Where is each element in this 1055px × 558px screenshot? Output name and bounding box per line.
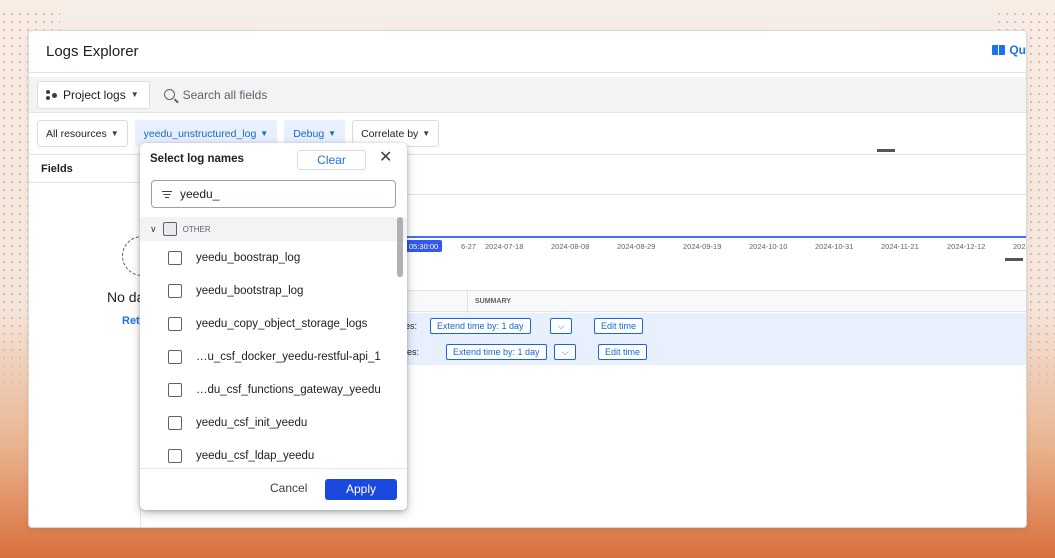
log-names-dropdown: Select log names Clear ✕ yeedu_ ∨ OTHER … (140, 143, 407, 510)
extend-options-button[interactable]: ⌵ (554, 344, 576, 360)
resize-handle[interactable] (1005, 258, 1023, 261)
dropdown-title: Select log names (150, 153, 244, 165)
title-bar: Logs Explorer Qu (29, 31, 1026, 73)
book-icon (992, 45, 1006, 55)
list-item[interactable]: …u_csf_docker_yeedu-restful-api_1 (140, 340, 407, 373)
row-label: ies: (405, 347, 420, 357)
item-checkbox[interactable] (168, 415, 182, 430)
timeline-tick: 2024-08-08 (551, 242, 590, 251)
search-icon (163, 89, 175, 100)
filter-icon (162, 190, 172, 198)
list-item[interactable]: yeedu_copy_object_storage_logs (140, 307, 407, 340)
item-label: yeedu_copy_object_storage_logs (196, 317, 368, 330)
filter-input-value: yeedu_ (180, 187, 220, 201)
item-checkbox[interactable] (168, 250, 182, 265)
extend-options-button[interactable]: ⌵ (550, 318, 572, 334)
timeline-tick: 2024-12-12 (947, 242, 986, 251)
resize-handle[interactable] (877, 149, 895, 152)
time-marker: 05:30:00 (405, 240, 443, 252)
extend-time-button[interactable]: Extend time by: 1 day (446, 344, 547, 360)
group-header-other[interactable]: ∨ OTHER (140, 217, 407, 241)
item-label: …du_csf_functions_gateway_yeedu (196, 383, 381, 396)
list-item[interactable]: yeedu_boostrap_log (140, 241, 407, 274)
hierarchy-icon (46, 89, 58, 100)
list-item[interactable]: yeedu_csf_init_yeedu (140, 406, 407, 439)
extend-time-button[interactable]: Extend time by: 1 day (430, 318, 531, 334)
caret-down-icon: ▼ (130, 90, 139, 99)
item-checkbox[interactable] (168, 349, 182, 364)
no-results-row: es: Extend time by: 1 day ⌵ Edit time (405, 313, 1026, 339)
timeline-tick: 202 (1013, 242, 1026, 251)
caret-down-icon: ▼ (422, 129, 431, 138)
project-logs-label: Project logs (63, 87, 126, 102)
fields-header: Fields (29, 156, 141, 183)
caret-down-icon: ▼ (110, 129, 119, 138)
item-checkbox[interactable] (168, 448, 182, 463)
chevron-down-icon[interactable]: ∨ (150, 224, 157, 235)
divider (405, 194, 1026, 195)
search-placeholder: Search all fields (182, 87, 268, 102)
apply-button[interactable]: Apply (325, 479, 397, 500)
correlate-label: Correlate by (361, 127, 419, 140)
edit-time-button[interactable]: Edit time (594, 318, 644, 334)
group-label: OTHER (182, 224, 211, 234)
results-area: 05:30:00 6-27 2024-07-18 2024-08-08 2024… (405, 156, 1026, 527)
dropdown-footer: Cancel Apply (140, 468, 407, 510)
log-name-list: ∨ OTHER yeedu_boostrap_log yeedu_bootstr… (140, 217, 407, 467)
cancel-button[interactable]: Cancel (270, 481, 307, 495)
timeline-tick: 2024-10-10 (749, 242, 788, 251)
caret-down-icon: ▼ (328, 129, 337, 138)
quick-link[interactable]: Qu (992, 43, 1026, 57)
timeline-tick: 6-27 (461, 242, 477, 251)
timeline-tick: 2024-10-31 (815, 242, 854, 251)
item-label: …u_csf_docker_yeedu-restful-api_1 (196, 350, 381, 363)
close-icon[interactable]: ✕ (379, 150, 392, 166)
project-logs-button[interactable]: Project logs ▼ (37, 80, 150, 109)
summary-column-header: SUMMARY (475, 298, 511, 305)
no-data-text: No da (107, 289, 145, 305)
item-checkbox[interactable] (168, 316, 182, 331)
caret-down-icon: ▼ (260, 129, 269, 138)
item-label: yeedu_csf_ldap_yeedu (196, 449, 315, 462)
timeline-tick: 2024-08-29 (617, 242, 656, 251)
log-name-filter-input[interactable]: yeedu_ (151, 180, 396, 208)
list-item[interactable]: yeedu_csf_ldap_yeedu (140, 439, 407, 467)
item-label: yeedu_boostrap_log (196, 251, 301, 264)
severity-label: Debug (293, 127, 325, 140)
histogram-timeline: 05:30:00 6-27 2024-07-18 2024-08-08 2024… (405, 236, 1026, 254)
no-results-row: ies: Extend time by: 1 day ⌵ Edit time (405, 339, 1026, 365)
timeline-tick: 2024-11-21 (881, 242, 919, 251)
clear-button[interactable]: Clear (297, 150, 366, 170)
edit-time-button[interactable]: Edit time (598, 344, 648, 360)
results-header-row: SUMMARY (405, 290, 1026, 313)
quick-link-label: Qu (1009, 43, 1026, 57)
group-checkbox[interactable] (162, 222, 177, 236)
log-name-label: yeedu_unstructured_log (143, 127, 257, 140)
all-resources-label: All resources (46, 127, 107, 140)
item-checkbox[interactable] (168, 283, 182, 298)
timeline-tick: 2024-07-18 (485, 242, 524, 251)
list-scrollbar[interactable] (397, 217, 403, 277)
query-bar: Project logs ▼ Search all fields (29, 77, 1026, 113)
retry-link[interactable]: Ret (122, 315, 140, 327)
list-item[interactable]: yeedu_bootstrap_log (140, 274, 407, 307)
list-item[interactable]: …du_csf_functions_gateway_yeedu (140, 373, 407, 406)
item-label: yeedu_csf_init_yeedu (196, 416, 308, 429)
all-resources-chip[interactable]: All resources ▼ (37, 120, 128, 147)
item-label: yeedu_bootstrap_log (196, 284, 304, 297)
timeline-tick: 2024-09-19 (683, 242, 722, 251)
fields-panel (29, 156, 141, 527)
column-divider (467, 291, 468, 313)
search-field[interactable]: Search all fields (163, 87, 268, 102)
item-checkbox[interactable] (168, 382, 182, 397)
page-title: Logs Explorer (46, 43, 139, 60)
